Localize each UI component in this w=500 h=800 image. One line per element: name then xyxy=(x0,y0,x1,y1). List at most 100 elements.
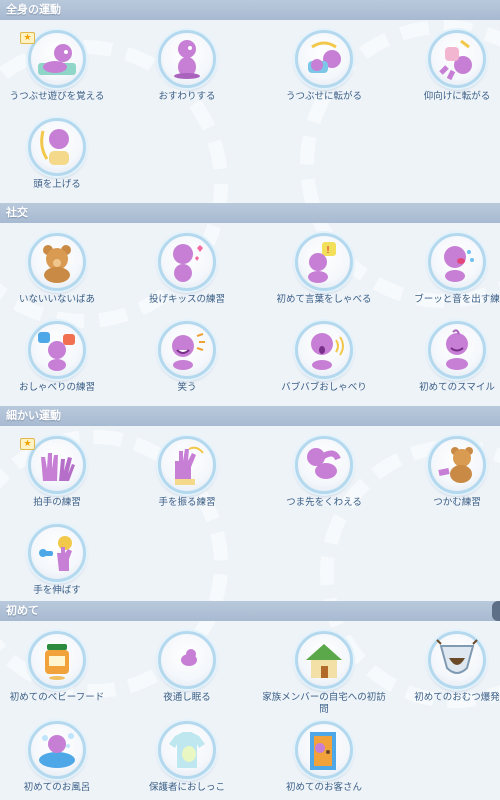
milestone-label: 初めてのお客さん xyxy=(285,782,362,793)
milestone-item[interactable]: おしゃべりの練習 xyxy=(0,321,119,406)
milestone-item[interactable]: 仰向けに転がる xyxy=(395,30,500,120)
milestone-label: 家族メンバーの自宅への初訪問 xyxy=(262,692,386,715)
milestone-label: 初めてのスマイル xyxy=(419,382,495,393)
milestone-badge[interactable] xyxy=(428,631,486,689)
section-3: 初めて初めてのベビーフード 夜通し眠る 家族メンバーの自宅への初訪問 初めてのおむつ爆… xyxy=(0,601,500,800)
section-header: 全身の運動 xyxy=(0,0,500,20)
milestone-badge[interactable] xyxy=(295,436,353,494)
milestone-label: ブーッと音を出す練 xyxy=(414,294,500,305)
milestone-label: 夜通し眠る xyxy=(163,692,211,703)
milestone-label: うつぶせ遊びを覚える xyxy=(9,91,105,102)
baby-rolling-prone-icon xyxy=(308,41,341,73)
first-smile-icon xyxy=(446,329,468,370)
toe-suck-icon xyxy=(307,448,341,479)
reach-rattle-icon xyxy=(39,536,72,571)
milestone-item[interactable]: ★ 拍手の練習 xyxy=(0,436,119,526)
section-1: 社交 いないいないばあ 投げキッスの練習! 初めて言葉をしゃべる ブーッと音を出す練 おし… xyxy=(0,203,500,406)
milestone-item[interactable]: おすわりする xyxy=(125,30,249,120)
milestone-label: 投げキッスの練習 xyxy=(148,294,225,305)
milestone-item[interactable]: ! 初めて言葉をしゃべる xyxy=(262,233,386,323)
milestone-label: 保護者におしっこ xyxy=(148,782,225,793)
scroll-handle[interactable] xyxy=(492,601,500,621)
milestone-badge[interactable] xyxy=(158,233,216,291)
milestone-item[interactable]: ブーッと音を出す練 xyxy=(395,233,500,323)
baby-rolling-back-icon xyxy=(439,39,472,81)
milestone-label: いないいないばあ xyxy=(18,294,95,305)
milestone-item[interactable]: バブバブおしゃべり xyxy=(262,321,386,406)
diaper-blowout-icon xyxy=(436,639,478,674)
milestone-item[interactable]: 家族メンバーの自宅への初訪問 xyxy=(262,631,386,721)
milestone-item[interactable]: 手を伸ばす xyxy=(0,524,119,601)
milestone-item[interactable]: ★ うつぶせ遊びを覚える xyxy=(0,30,119,120)
milestone-badge[interactable] xyxy=(295,631,353,689)
milestone-badge[interactable]: ! xyxy=(295,233,353,291)
milestone-badge[interactable] xyxy=(158,631,216,689)
babble-icon xyxy=(311,333,344,370)
chatter-icon xyxy=(38,332,75,371)
milestone-label: 手を振る練習 xyxy=(158,497,216,508)
milestone-badge[interactable] xyxy=(28,631,86,689)
milestone-label: バブバブおしゃべり xyxy=(281,382,367,393)
milestone-item[interactable]: 手を振る練習 xyxy=(125,436,249,526)
milestone-badge[interactable] xyxy=(158,721,216,779)
milestone-badge[interactable] xyxy=(28,118,86,176)
milestone-item[interactable]: 初めてのスマイル xyxy=(395,321,500,406)
milestone-item[interactable]: 夜通し眠る xyxy=(125,631,249,721)
milestone-badge[interactable] xyxy=(428,30,486,88)
baby-food-jar-icon xyxy=(45,644,69,680)
milestone-badge[interactable] xyxy=(428,233,486,291)
milestone-item[interactable]: 初めてのお客さん xyxy=(262,721,386,800)
door-guest-icon xyxy=(310,732,336,770)
milestone-item[interactable]: 頭を上げる xyxy=(0,118,119,203)
milestone-item[interactable]: つかむ練習 xyxy=(395,436,500,526)
milestone-label: 初めてのおむつ爆発 xyxy=(414,692,500,703)
milestone-item[interactable]: 笑う xyxy=(125,321,249,406)
milestone-label: 笑う xyxy=(177,382,197,393)
star-icon: ★ xyxy=(20,32,35,44)
milestone-badge[interactable] xyxy=(28,524,86,582)
milestone-badge[interactable] xyxy=(295,30,353,88)
milestone-item[interactable]: 保護者におしっこ xyxy=(125,721,249,800)
sleep-moon-icon xyxy=(170,646,201,675)
milestone-label: 頭を上げる xyxy=(33,179,81,190)
milestone-item[interactable]: 初めてのベビーフード xyxy=(0,631,119,721)
teddy-peekaboo-icon xyxy=(43,245,71,283)
milestone-badge[interactable] xyxy=(28,233,86,291)
milestone-badge[interactable] xyxy=(28,321,86,379)
milestone-badge[interactable] xyxy=(428,321,486,379)
milestone-badge[interactable] xyxy=(295,321,353,379)
section-0: 全身の運動 ★ うつぶせ遊びを覚える おすわりする うつぶせに転がる 仰向けに転がる頭を上… xyxy=(0,0,500,203)
raspberry-icon xyxy=(444,246,474,282)
waving-hand-icon xyxy=(175,446,204,485)
milestone-item[interactable]: 初めてのおむつ爆発 xyxy=(395,631,500,721)
first-bath-icon xyxy=(39,733,75,768)
section-header: 細かい運動 xyxy=(0,406,500,426)
milestone-label: つかむ練習 xyxy=(433,497,481,508)
milestone-badge[interactable] xyxy=(28,30,86,88)
milestone-badge[interactable] xyxy=(158,436,216,494)
milestone-badge[interactable] xyxy=(158,321,216,379)
baby-on-mat-icon xyxy=(38,44,76,75)
milestone-item[interactable]: いないいないばあ xyxy=(0,233,119,323)
milestone-label: 仰向けに転がる xyxy=(423,91,491,102)
milestone-badge[interactable] xyxy=(28,436,86,494)
section-header: 初めて xyxy=(0,601,500,621)
milestone-label: おすわりする xyxy=(158,91,216,102)
milestone-label: つま先をくわえる xyxy=(286,497,362,508)
blow-kiss-icon xyxy=(173,244,203,282)
milestone-badge[interactable] xyxy=(28,721,86,779)
milestone-item[interactable]: つま先をくわえる xyxy=(262,436,386,526)
milestone-badge[interactable] xyxy=(295,721,353,779)
milestone-badge[interactable] xyxy=(158,30,216,88)
section-2: 細かい運動 ★ 拍手の練習 手を振る練習 つま先をくわえる つかむ練習手を伸ばす xyxy=(0,406,500,601)
grab-teddy-icon xyxy=(438,447,473,483)
milestone-label: おしゃべりの練習 xyxy=(18,382,95,393)
milestone-badge[interactable] xyxy=(428,436,486,494)
milestone-item[interactable]: うつぶせに転がる xyxy=(262,30,386,120)
star-icon: ★ xyxy=(20,438,35,450)
milestone-label: 初めてのお風呂 xyxy=(23,782,91,793)
milestone-label: 初めてのベビーフード xyxy=(9,692,105,703)
milestone-item[interactable]: 投げキッスの練習 xyxy=(125,233,249,323)
baby-lifting-head-icon xyxy=(40,129,69,165)
milestone-item[interactable]: 初めてのお風呂 xyxy=(0,721,119,800)
